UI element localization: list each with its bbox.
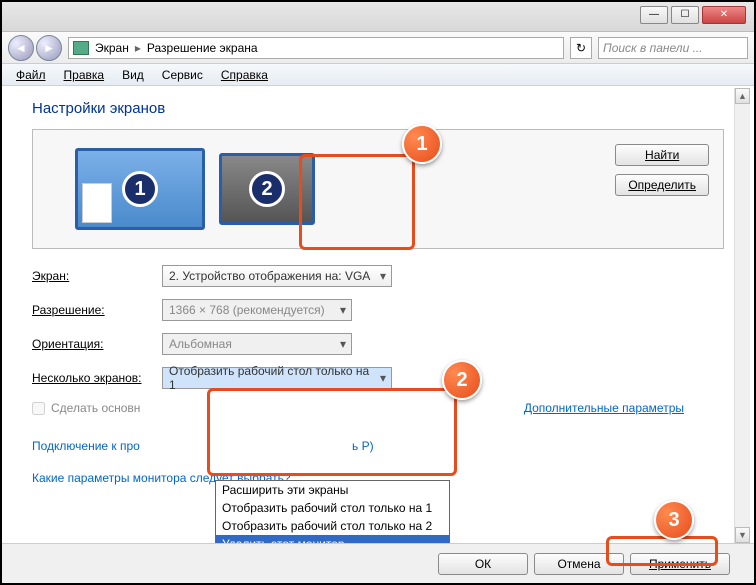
menu-help[interactable]: Справка	[213, 66, 276, 84]
dropdown-option-selected[interactable]: Удалить этот монитор	[216, 535, 449, 543]
multi-screen-select[interactable]: Отобразить рабочий стол только на 1	[162, 367, 392, 389]
page-title: Настройки экранов	[32, 100, 724, 117]
menu-file[interactable]: Файл	[8, 66, 54, 84]
search-input[interactable]: Поиск в панели ...	[598, 37, 748, 59]
find-button[interactable]: Найти	[615, 144, 709, 166]
monitor-2-badge: 2	[249, 171, 285, 207]
maximize-button[interactable]: ☐	[671, 6, 699, 24]
breadcrumb-item[interactable]: Экран	[95, 41, 129, 55]
refresh-button[interactable]: ↻	[570, 37, 592, 59]
scroll-down-icon[interactable]: ▼	[735, 527, 750, 543]
close-button[interactable]: ✕	[702, 6, 746, 24]
menu-view[interactable]: Вид	[114, 66, 152, 84]
menu-tools[interactable]: Сервис	[154, 66, 211, 84]
ok-button[interactable]: ОК	[438, 553, 528, 575]
projector-hint: ь P)	[352, 439, 374, 453]
address-bar[interactable]: Экран ▸ Разрешение экрана	[68, 37, 564, 59]
scrollbar[interactable]: ▲ ▼	[734, 88, 750, 543]
dropdown-option[interactable]: Расширить эти экраны	[216, 481, 449, 499]
screen-select[interactable]: 2. Устройство отображения на: VGA	[162, 265, 392, 287]
dropdown-option[interactable]: Отобразить рабочий стол только на 1	[216, 499, 449, 517]
navbar: ◄ ► Экран ▸ Разрешение экрана ↻ Поиск в …	[2, 32, 754, 64]
monitor-2[interactable]: 2	[219, 153, 315, 225]
dropdown-option[interactable]: Отобразить рабочий стол только на 2	[216, 517, 449, 535]
chevron-right-icon: ▸	[135, 41, 141, 55]
monitor-icon	[73, 41, 89, 55]
scroll-up-icon[interactable]: ▲	[735, 88, 750, 104]
resolution-label: Разрешение:	[32, 303, 162, 317]
monitor-1-badge: 1	[122, 171, 158, 207]
minimize-button[interactable]: —	[640, 6, 668, 24]
projector-link[interactable]: Подключение к про	[32, 439, 724, 453]
resolution-select[interactable]: 1366 × 768 (рекомендуется)	[162, 299, 352, 321]
titlebar: — ☐ ✕	[2, 2, 754, 32]
identify-button[interactable]: Определить	[615, 174, 709, 196]
make-primary-checkbox	[32, 402, 45, 415]
apply-button[interactable]: Применить	[630, 553, 730, 575]
make-primary-label: Сделать основн	[51, 401, 140, 415]
menu-edit[interactable]: Правка	[56, 66, 113, 84]
orientation-label: Ориентация:	[32, 337, 162, 351]
monitor-preview-panel: 1 2 Найти Определить	[32, 129, 724, 249]
desktop-thumbnail	[82, 183, 112, 223]
dialog-footer: ОК Отмена Применить	[2, 543, 754, 583]
cancel-button[interactable]: Отмена	[534, 553, 624, 575]
monitor-1[interactable]: 1	[75, 148, 205, 230]
advanced-settings-link[interactable]: Дополнительные параметры	[524, 401, 684, 415]
search-placeholder: Поиск в панели ...	[603, 41, 703, 55]
orientation-select[interactable]: Альбомная	[162, 333, 352, 355]
forward-button[interactable]: ►	[36, 35, 62, 61]
menubar: Файл Правка Вид Сервис Справка	[2, 64, 754, 86]
back-button[interactable]: ◄	[8, 35, 34, 61]
multi-screen-label: Несколько экранов:	[32, 371, 162, 385]
screen-label: Экран:	[32, 269, 162, 283]
breadcrumb-item[interactable]: Разрешение экрана	[147, 41, 258, 55]
multi-screen-dropdown: Расширить эти экраны Отобразить рабочий …	[215, 480, 450, 543]
